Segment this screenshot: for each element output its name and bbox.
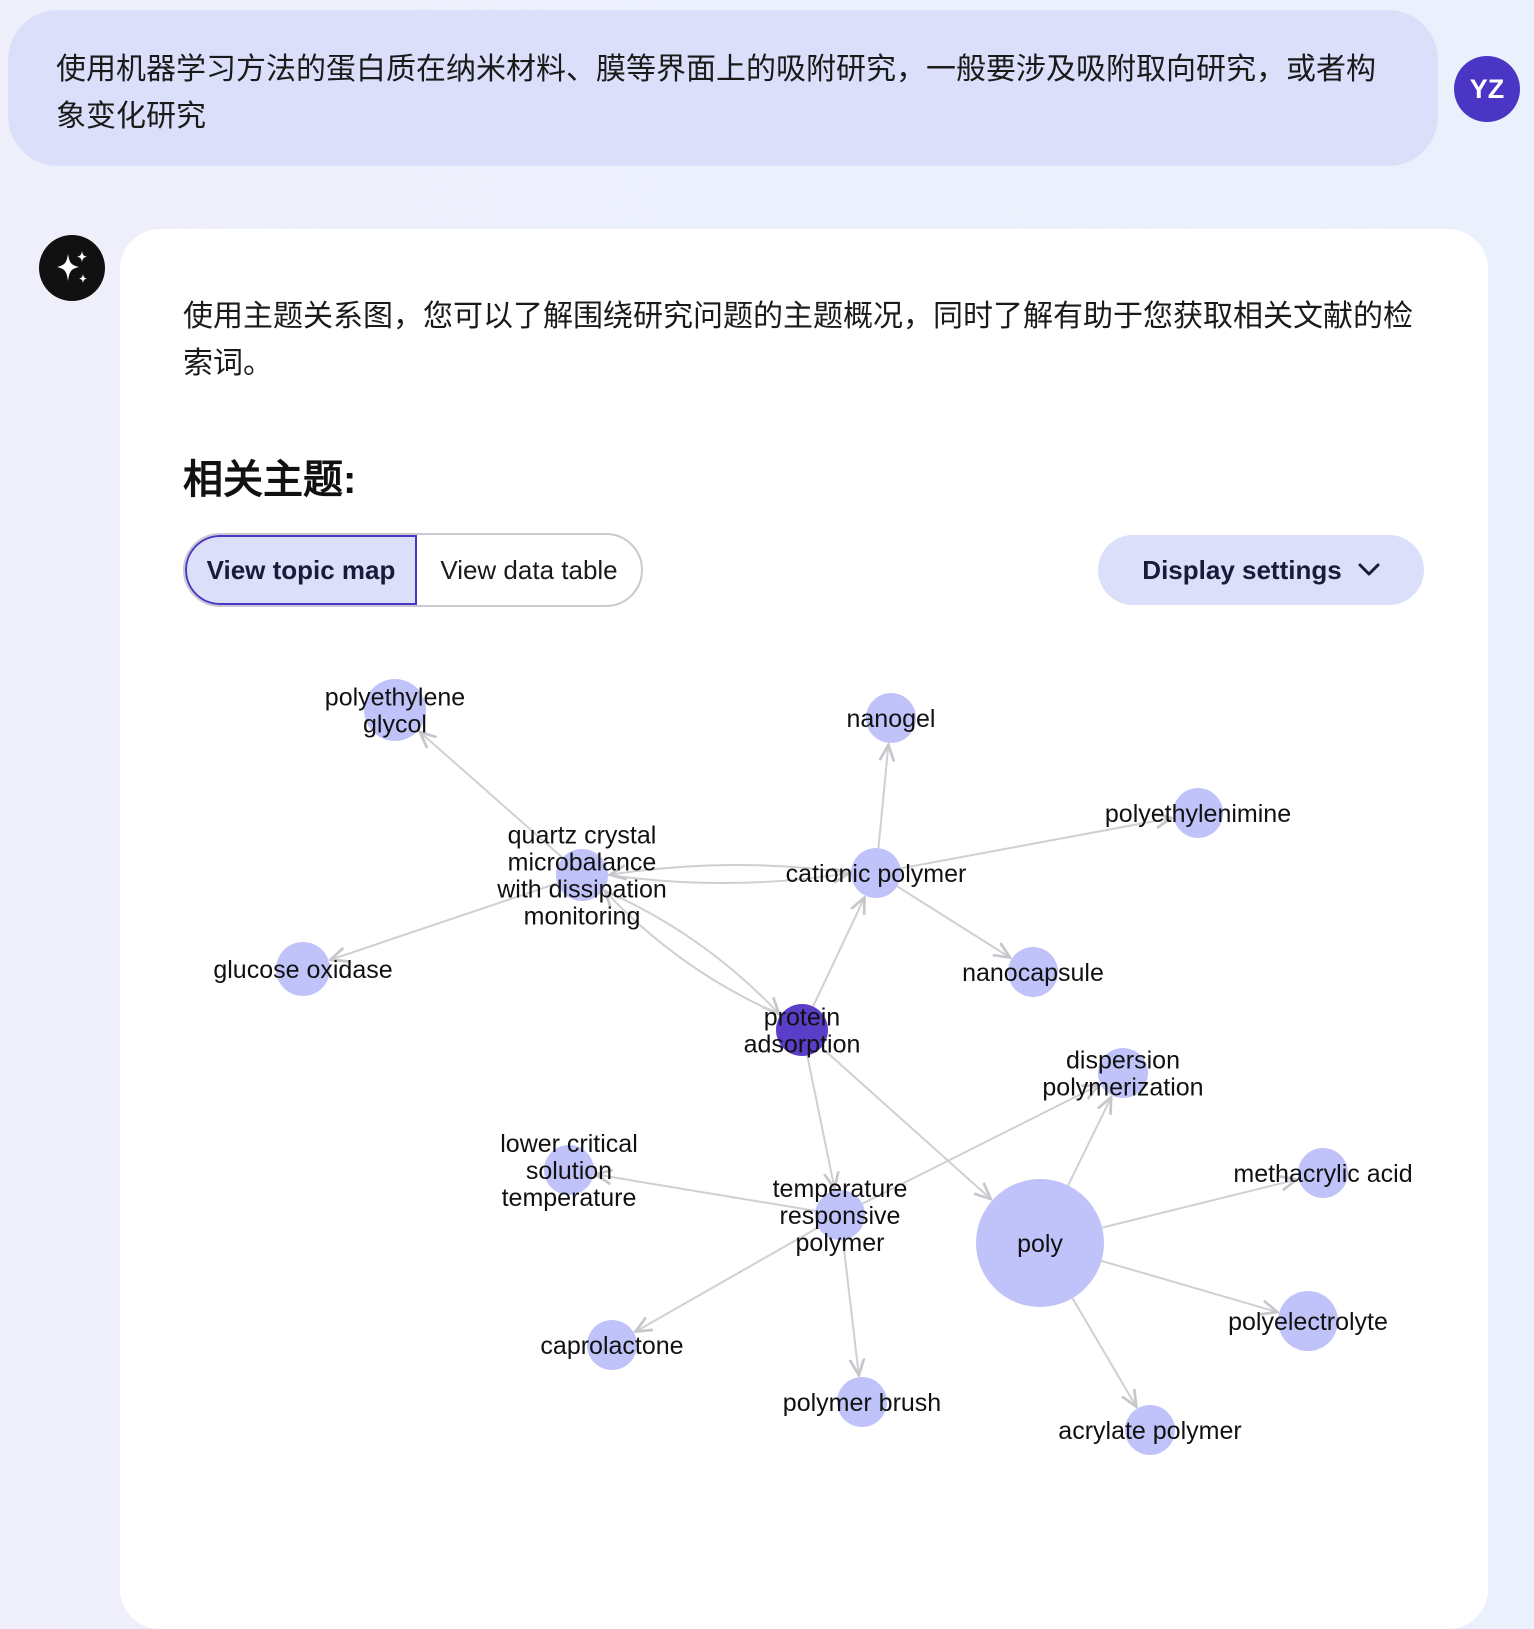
topic-node-label[interactable]: polymer — [796, 1229, 885, 1257]
topic-node-dispersion-polymerization[interactable]: dispersionpolymerization — [1042, 1047, 1203, 1102]
topic-node-label[interactable]: polyelectrolyte — [1228, 1308, 1388, 1336]
view-toggle: View topic map View data table — [183, 533, 643, 607]
topic-node-label[interactable]: poly — [1017, 1230, 1063, 1258]
topic-node-label[interactable]: temperature — [773, 1175, 908, 1203]
sparkle-icon — [57, 251, 87, 283]
chevron-down-icon — [1358, 563, 1380, 576]
topic-node-label[interactable]: nanogel — [847, 705, 936, 733]
user-message-bubble: 使用机器学习方法的蛋白质在纳米材料、膜等界面上的吸附研究，一般要涉及吸附取向研究… — [8, 10, 1438, 166]
view-data-table-button[interactable]: View data table — [417, 535, 641, 605]
assistant-response-card: 使用主题关系图，您可以了解围绕研究问题的主题概况，同时了解有助于您获取相关文献的… — [120, 229, 1488, 1629]
topic-node-label[interactable]: methacrylic acid — [1233, 1160, 1412, 1188]
topic-node-label[interactable]: acrylate polymer — [1058, 1417, 1241, 1445]
topic-node-label[interactable]: microbalance — [508, 849, 657, 877]
topic-node-label[interactable]: temperature — [502, 1184, 637, 1212]
topic-node-label[interactable]: monitoring — [524, 903, 641, 931]
topic-node-label[interactable]: glucose oxidase — [213, 956, 392, 984]
assistant-intro-text: 使用主题关系图，您可以了解围绕研究问题的主题概况，同时了解有助于您获取相关文献的… — [183, 300, 1413, 380]
topic-node-label[interactable]: glycol — [363, 711, 427, 739]
topic-node-label[interactable]: lower critical — [500, 1130, 638, 1158]
topic-node-label[interactable]: polyethylenimine — [1105, 800, 1291, 828]
topic-node-label[interactable]: solution — [526, 1157, 612, 1185]
related-topics-title: 相关主题: — [183, 458, 357, 502]
assistant-avatar — [39, 235, 105, 301]
topic-node-label[interactable]: polymerization — [1042, 1074, 1203, 1102]
topic-node-label[interactable]: caprolactone — [540, 1332, 683, 1360]
topic-node-label[interactable]: polyethylene — [325, 684, 465, 712]
display-settings-button[interactable]: Display settings — [1098, 535, 1424, 605]
user-message-text: 使用机器学习方法的蛋白质在纳米材料、膜等界面上的吸附研究，一般要涉及吸附取向研究… — [56, 53, 1376, 133]
view-topic-map-button[interactable]: View topic map — [185, 535, 417, 605]
topic-node-label[interactable]: responsive — [780, 1202, 901, 1230]
user-avatar: YZ — [1454, 56, 1520, 122]
display-settings-label: Display settings — [1142, 554, 1342, 585]
topic-node-label[interactable]: dispersion — [1066, 1047, 1180, 1075]
topic-node-label[interactable]: cationic polymer — [786, 860, 967, 888]
topic-node-label[interactable]: adsorption — [744, 1031, 861, 1059]
topic-node-label[interactable]: polymer brush — [783, 1389, 941, 1417]
topic-node-poly[interactable]: poly — [976, 1179, 1104, 1307]
topic-node-label[interactable]: nanocapsule — [962, 959, 1104, 987]
topic-node-label[interactable]: with dissipation — [496, 876, 667, 904]
topic-node-label[interactable]: quartz crystal — [508, 822, 657, 850]
topic-node-label[interactable]: protein — [764, 1004, 840, 1032]
